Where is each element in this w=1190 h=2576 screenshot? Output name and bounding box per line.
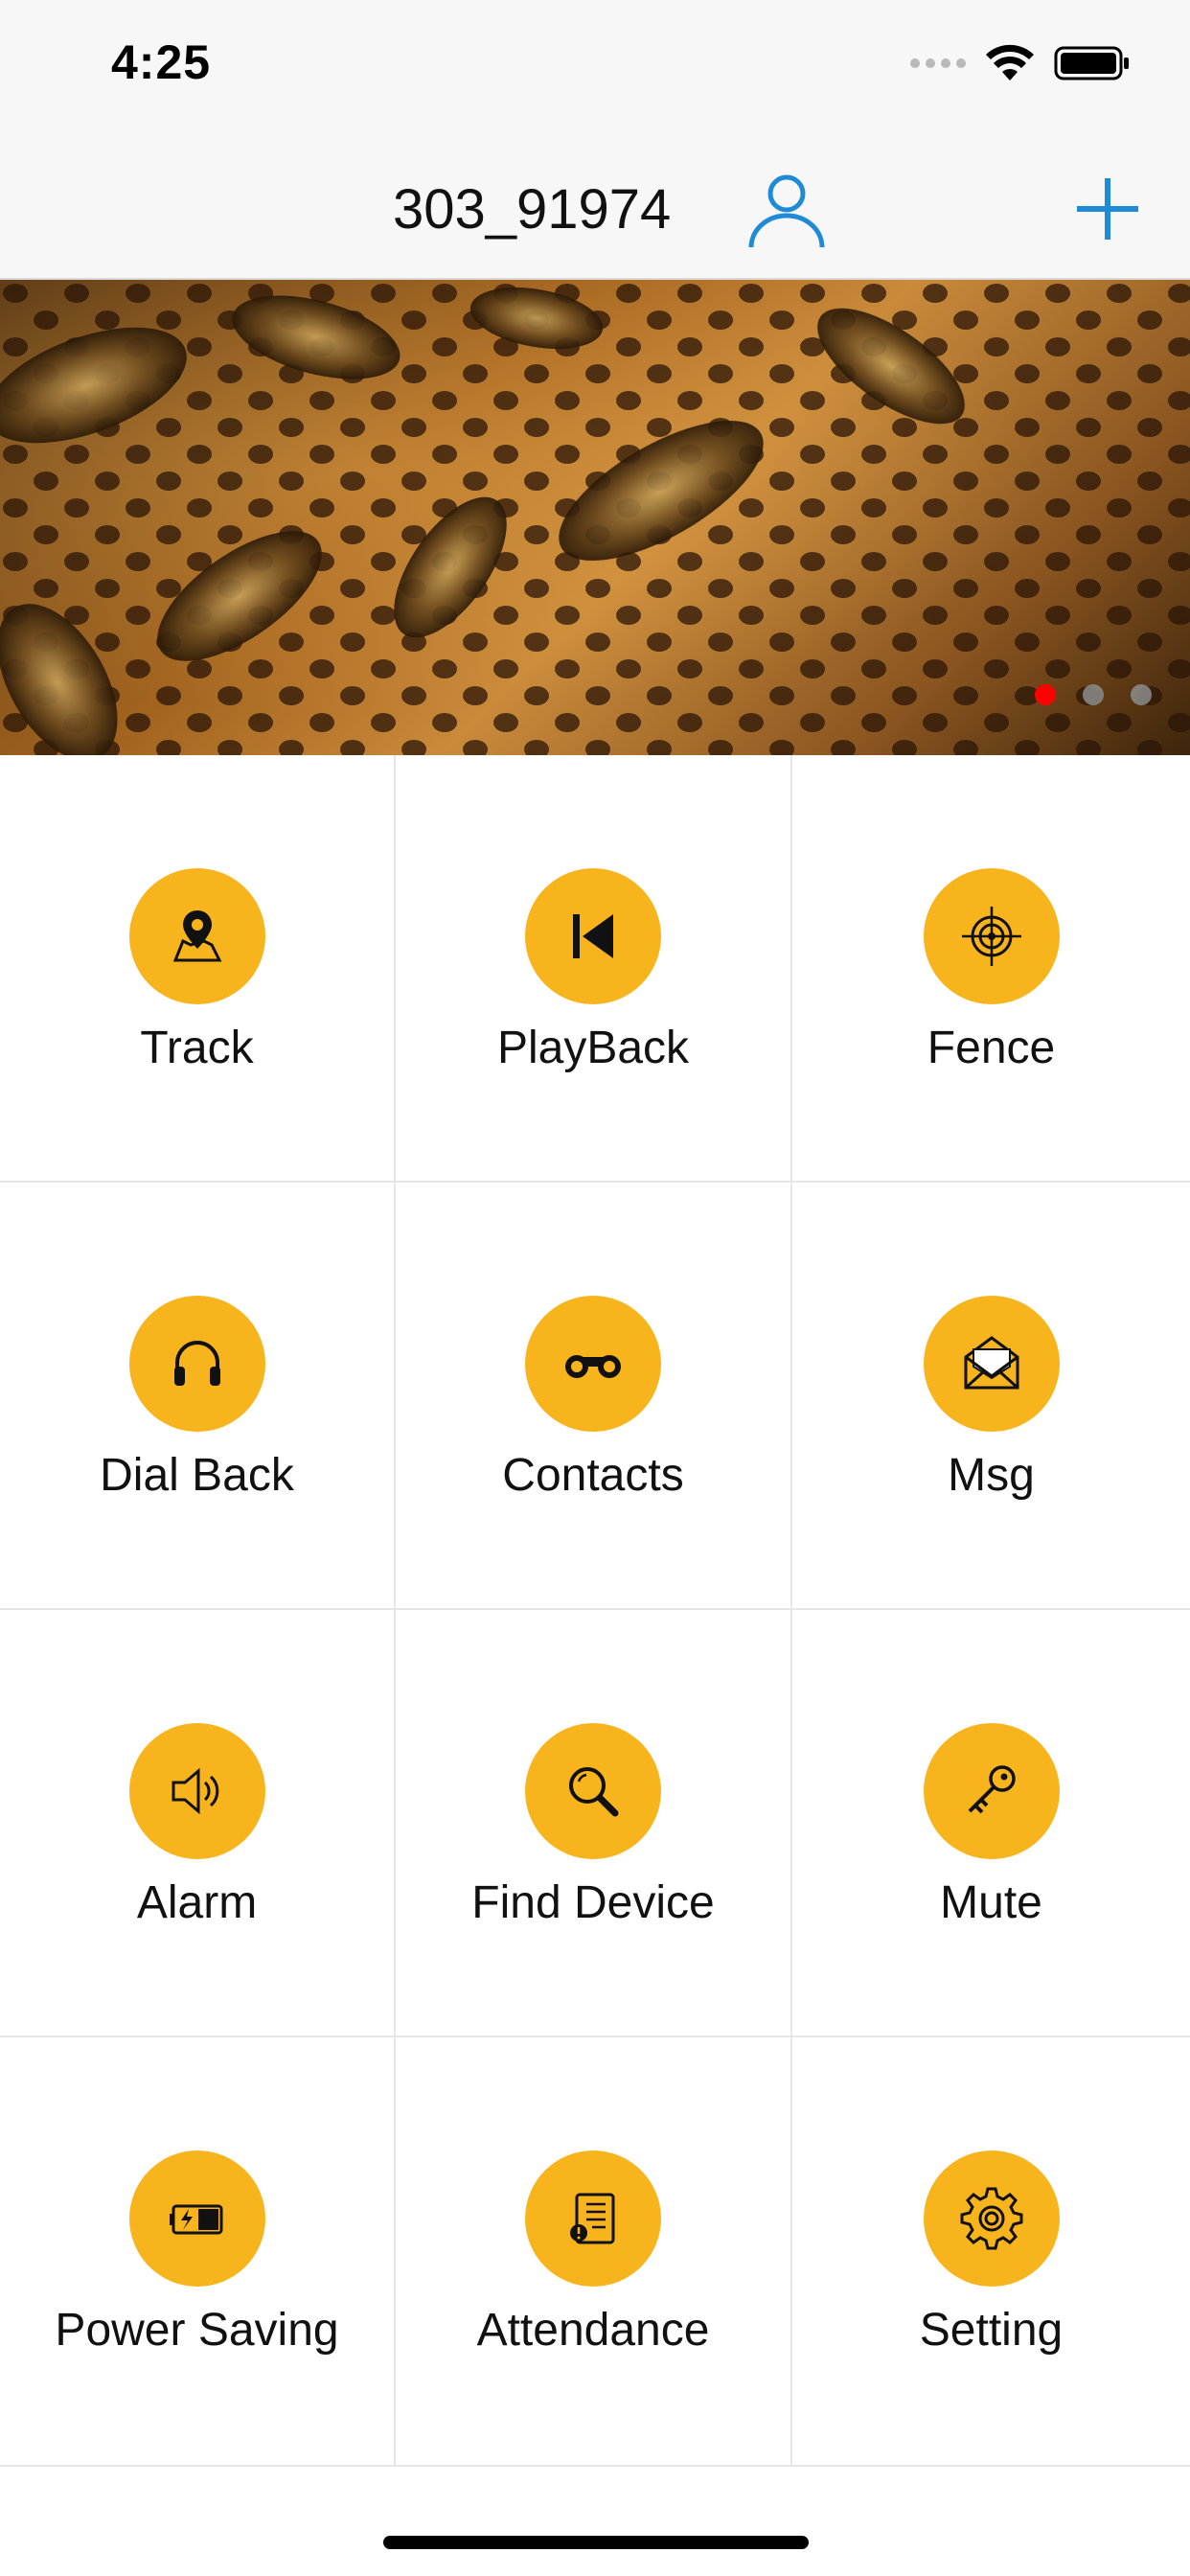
key-icon	[968, 1765, 1016, 1814]
banner-carousel[interactable]	[0, 280, 1190, 755]
menu-item-fence[interactable]: Fence	[792, 755, 1190, 1183]
skip-back-icon	[573, 914, 613, 958]
icon-badge	[128, 868, 265, 1004]
headphones-icon	[173, 1341, 220, 1386]
menu-item-label: PlayBack	[496, 1023, 690, 1073]
menu-item-find-device[interactable]: Find Device	[396, 1610, 792, 2037]
envelope-icon	[964, 1336, 1018, 1390]
wifi-icon	[986, 44, 1034, 80]
menu-item-playback[interactable]: PlayBack	[396, 755, 792, 1183]
icon-badge	[525, 1296, 661, 1432]
profile-button[interactable]	[745, 167, 828, 249]
menu-item-label: Alarm	[136, 1877, 258, 1928]
menu-item-contacts[interactable]: Contacts	[396, 1183, 792, 1610]
magnifier-icon	[569, 1767, 619, 1817]
gear-icon	[960, 2187, 1022, 2250]
icon-badge	[923, 2150, 1060, 2287]
menu-item-label: Find Device	[471, 1877, 715, 1928]
menu-item-mute[interactable]: Mute	[792, 1610, 1190, 2037]
menu-item-label: Contacts	[502, 1450, 684, 1501]
home-indicator[interactable]	[383, 2536, 809, 2549]
status-icons	[910, 42, 1131, 84]
status-bar: 4:25	[0, 0, 1190, 134]
clipboard-icon	[570, 2193, 615, 2244]
icon-badge	[128, 1296, 265, 1432]
nav-bar: 303_91974	[0, 134, 1190, 280]
icon-badge	[128, 1723, 265, 1859]
carousel-pager[interactable]	[1035, 684, 1152, 705]
honeycomb-bees-image	[0, 280, 1190, 755]
menu-item-track[interactable]: Track	[0, 755, 396, 1183]
menu-item-label: Attendance	[476, 2305, 710, 2356]
menu-item-msg[interactable]: Msg	[792, 1183, 1190, 1610]
menu-item-label: Power Saving	[55, 2305, 339, 2356]
menu-item-label: Mute	[940, 1877, 1042, 1928]
menu-item-label: Setting	[919, 2305, 1064, 2356]
device-title: 303_91974	[393, 178, 672, 241]
menu-item-alarm[interactable]: Alarm	[0, 1610, 396, 2037]
cellular-signal-icon	[910, 58, 966, 68]
battery-status-icon	[1054, 46, 1129, 80]
menu-item-setting[interactable]: Setting	[792, 2037, 1190, 2465]
icon-badge	[923, 1723, 1060, 1859]
icon-badge	[128, 2150, 265, 2287]
icon-badge	[923, 868, 1060, 1004]
function-grid: Track PlayBack Fence Dial Back Contacts …	[0, 755, 1190, 2467]
status-time: 4:25	[111, 35, 212, 89]
pager-dot-active[interactable]	[1035, 684, 1056, 705]
add-device-button[interactable]	[1073, 174, 1142, 243]
icon-badge	[923, 1296, 1060, 1432]
binoculars-icon	[565, 1355, 621, 1378]
icon-badge	[525, 2150, 661, 2287]
menu-item-label: Msg	[948, 1450, 1035, 1501]
speaker-icon	[172, 1767, 218, 1815]
user-icon	[748, 174, 825, 248]
plus-icon	[1077, 178, 1138, 240]
pager-dot[interactable]	[1131, 684, 1152, 705]
menu-item-label: Track	[140, 1023, 254, 1073]
menu-item-attendance[interactable]: Attendance	[396, 2037, 792, 2465]
pager-dot[interactable]	[1083, 684, 1104, 705]
battery-icon	[169, 2204, 222, 2235]
menu-item-dial-back[interactable]: Dial Back	[0, 1183, 396, 1610]
crosshair-icon	[961, 907, 1021, 966]
icon-badge	[525, 868, 661, 1004]
icon-badge	[525, 1723, 661, 1859]
map-pin-icon	[172, 910, 221, 962]
menu-item-label: Fence	[927, 1023, 1056, 1073]
menu-item-label: Dial Back	[100, 1450, 294, 1501]
menu-item-power-saving[interactable]: Power Saving	[0, 2037, 396, 2465]
